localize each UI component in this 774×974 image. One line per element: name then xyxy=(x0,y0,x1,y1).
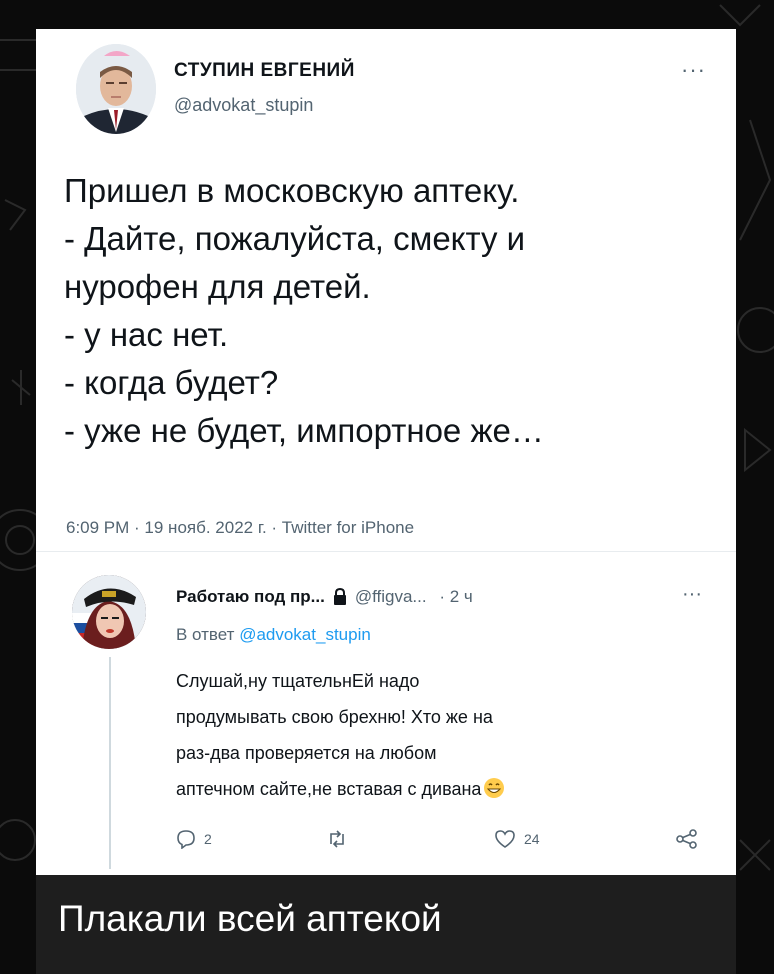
author-name[interactable]: СТУПИН ЕВГЕНИЙ xyxy=(174,60,355,82)
like-button[interactable]: 24 xyxy=(494,829,540,849)
tweet-header: СТУПИН ЕВГЕНИЙ @advokat_stupin ··· xyxy=(36,29,736,149)
reply-text-line: Слушай,ну тщательнЕй надо xyxy=(176,671,420,691)
retweet-button[interactable] xyxy=(326,829,356,849)
author-handle[interactable]: @advokat_stupin xyxy=(174,95,313,116)
post-caption: Плакали всей аптекой xyxy=(58,898,442,939)
reply-header: Работаю под пр... @ffigva... · 2 ч xyxy=(176,587,716,607)
comment-icon xyxy=(177,830,195,849)
reply-to-mention[interactable]: @advokat_stupin xyxy=(239,625,371,644)
tweet-timestamp[interactable]: 6:09 PM · 19 нояб. 2022 г. · Twitter for… xyxy=(66,518,414,538)
tweet-text-line: - Дайте, пожалуйста, смекту и xyxy=(64,220,526,257)
author-avatar[interactable] xyxy=(76,44,156,134)
reply-more-options-icon[interactable]: ··· xyxy=(682,583,702,606)
reply-count: 2 xyxy=(204,831,212,847)
reply-actions: 2 24 xyxy=(36,829,736,869)
tweet-text-line: Пришел в московскую аптеку. xyxy=(64,172,520,209)
heart-icon xyxy=(495,830,515,848)
tweet-text-line: нурофен для детей. xyxy=(64,268,371,305)
reply-text: Слушай,ну тщательнЕй надо продумывать св… xyxy=(176,663,716,807)
reply-author-avatar[interactable] xyxy=(72,575,146,649)
tweet-text: Пришел в московскую аптеку. - Дайте, пож… xyxy=(64,167,724,455)
reply-to-line: В ответ @advokat_stupin xyxy=(176,625,371,645)
more-options-icon[interactable]: ··· xyxy=(681,57,706,83)
like-count: 24 xyxy=(524,831,540,847)
tweet-text-line: - уже не будет, импортное же… xyxy=(64,412,544,449)
reply-time[interactable]: · 2 ч xyxy=(439,587,472,606)
tweet-text-line: - у нас нет. xyxy=(64,316,229,353)
reply-author-handle[interactable]: @ffigva... xyxy=(355,587,427,606)
reply-text-line: продумывать свою брехню! Хто же на xyxy=(176,707,493,727)
share-icon xyxy=(676,829,697,849)
reply-author-name[interactable]: Работаю под пр... xyxy=(176,587,325,606)
grinning-face-emoji xyxy=(484,778,505,798)
reply-to-prefix: В ответ xyxy=(176,625,235,644)
reply-text-line: раз-два проверяется на любом xyxy=(176,743,437,763)
share-button[interactable] xyxy=(676,829,698,849)
divider xyxy=(36,551,736,552)
reply-text-line: аптечном сайте,не вставая с дивана xyxy=(176,779,482,799)
reply-button[interactable]: 2 xyxy=(176,829,212,849)
reply-text-line-with-emoji: аптечном сайте,не вставая с дивана xyxy=(176,771,716,807)
tweet-text-line: - когда будет? xyxy=(64,364,279,401)
lock-icon xyxy=(333,588,346,605)
tweet-card: СТУПИН ЕВГЕНИЙ @advokat_stupin ··· Прише… xyxy=(36,29,736,875)
retweet-icon xyxy=(330,830,344,848)
